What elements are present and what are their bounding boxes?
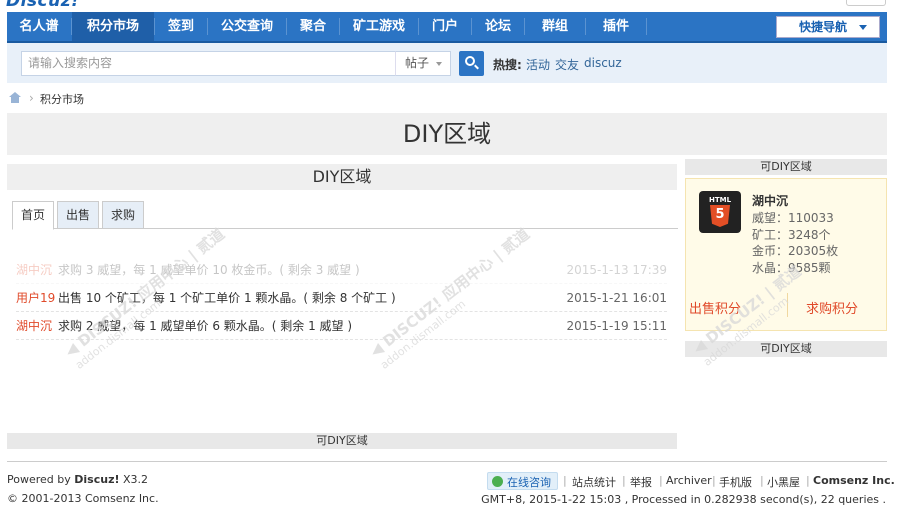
- side-divider: [787, 293, 788, 317]
- nav-item-points-market[interactable]: 积分市场: [72, 12, 154, 41]
- trade-time: 2015-1-13 17:39: [566, 263, 668, 277]
- trade-time: 2015-1-19 15:11: [566, 319, 668, 333]
- search-bar: 请输入搜索内容 帖子 热搜: 活动 交友 discuz: [7, 43, 887, 83]
- nav-item-checkin[interactable]: 签到: [155, 12, 207, 41]
- user-stat-miners: 矿工：3248个: [752, 228, 831, 242]
- diy-area-left-footer: 可DIY区域: [7, 433, 677, 449]
- diy-area-side-header: 可DIY区域: [685, 159, 887, 175]
- chevron-down-icon: [436, 62, 442, 66]
- trade-row: 湖中沉 求购 3 威望，每 1 威望单价 10 枚金币。( 剩余 3 威望 ) …: [16, 256, 667, 284]
- tab-home[interactable]: 首页: [12, 201, 54, 230]
- trade-message: 求购 2 威望，每 1 威望单价 6 颗水晶。( 剩余 1 威望 ): [58, 319, 353, 333]
- diy-banner-title: DIY区域: [7, 113, 887, 155]
- footer-link-site-stats[interactable]: 站点统计: [572, 474, 616, 490]
- nav-item-mingrenpu[interactable]: 名人谱: [7, 12, 71, 41]
- chat-icon: [492, 476, 503, 487]
- user-stat-gold: 金币：20305枚: [752, 244, 839, 258]
- nav-item-bus-query[interactable]: 公交查询: [208, 12, 286, 41]
- search-input[interactable]: 请输入搜索内容: [21, 51, 397, 76]
- tab-sell[interactable]: 出售: [57, 201, 99, 229]
- hot-link-discuz[interactable]: discuz: [584, 56, 622, 70]
- nav-item-miner-game[interactable]: 矿工游戏: [340, 12, 418, 41]
- search-icon-handle: [474, 64, 479, 70]
- breadcrumb-current[interactable]: 积分市场: [40, 91, 84, 107]
- logo-strip: Discuz!: [0, 0, 910, 12]
- trade-user[interactable]: 用户19: [16, 284, 55, 312]
- nav-separator: [646, 18, 647, 35]
- powered-by: Powered by Discuz! X3.2: [7, 473, 149, 486]
- trade-time: 2015-1-21 16:01: [566, 291, 668, 305]
- trade-user[interactable]: 湖中沉: [16, 256, 52, 284]
- online-consult-button[interactable]: 在线咨询: [487, 472, 558, 490]
- chevron-down-icon: [859, 25, 867, 30]
- search-button[interactable]: [459, 51, 484, 76]
- home-icon[interactable]: [9, 92, 21, 103]
- footer-link-report[interactable]: 举报: [630, 474, 652, 490]
- discuz-link[interactable]: Discuz!: [74, 473, 119, 486]
- trade-user[interactable]: 湖中沉: [16, 312, 52, 340]
- footer-separator: |: [563, 474, 567, 487]
- user-name[interactable]: 湖中沉: [752, 192, 788, 209]
- nav-item-groups[interactable]: 群组: [525, 12, 585, 41]
- breadcrumb-separator: ›: [29, 91, 34, 105]
- sell-points-button[interactable]: 出售积分: [689, 298, 741, 317]
- hot-search-label: 热搜:: [493, 58, 522, 72]
- hot-link-activity[interactable]: 活动: [526, 56, 550, 73]
- footer-link-mobile[interactable]: 手机版: [719, 474, 752, 490]
- trade-message: 出售 10 个矿工，每 1 个矿工单价 1 颗水晶。( 剩余 8 个矿工 ): [58, 291, 396, 305]
- trade-row: 用户19 出售 10 个矿工，每 1 个矿工单价 1 颗水晶。( 剩余 8 个矿…: [16, 284, 667, 312]
- server-stats: GMT+8, 2015-1-22 15:03 , Processed in 0.…: [481, 493, 886, 506]
- trade-row: 湖中沉 求购 2 威望，每 1 威望单价 6 颗水晶。( 剩余 1 威望 ) 2…: [16, 312, 667, 340]
- trade-message: 求购 3 威望，每 1 威望单价 10 枚金币。( 剩余 3 威望 ): [58, 263, 360, 277]
- footer-separator: |: [760, 474, 764, 487]
- html5-avatar-icon[interactable]: HTML 5: [699, 191, 741, 233]
- site-logo[interactable]: Discuz!: [6, 0, 79, 11]
- search-type-select[interactable]: 帖子: [395, 51, 451, 76]
- footer-separator: |: [712, 474, 716, 487]
- diy-area-side-footer: 可DIY区域: [685, 341, 887, 357]
- footer-divider: [7, 461, 887, 462]
- buy-points-button[interactable]: 求购积分: [806, 298, 858, 317]
- footer-link-company[interactable]: Comsenz Inc.: [813, 474, 895, 487]
- footer-link-blacklist[interactable]: 小黑屋: [767, 474, 800, 490]
- user-stat-crystal: 水晶：9585颗: [752, 261, 831, 275]
- user-card: HTML 5 湖中沉 威望：110033 矿工：3248个 金币：20305枚 …: [685, 178, 887, 331]
- nav-item-forum[interactable]: 论坛: [472, 12, 524, 41]
- hot-link-dating[interactable]: 交友: [555, 56, 579, 73]
- footer-separator: |: [622, 474, 626, 487]
- footer-separator: |: [806, 474, 810, 487]
- tab-buy[interactable]: 求购: [102, 201, 144, 229]
- nav-item-portal[interactable]: 门户: [419, 12, 471, 41]
- user-stat-prestige: 威望：110033: [752, 211, 834, 225]
- copyright: © 2001-2013 Comsenz Inc.: [7, 492, 159, 505]
- quick-nav-label: 快捷导航: [799, 20, 848, 34]
- quick-nav-button[interactable]: 快捷导航: [776, 16, 880, 38]
- market-tabs: 首页 出售 求购: [12, 200, 678, 230]
- online-consult-label: 在线咨询: [507, 476, 551, 489]
- footer-separator: |: [659, 474, 663, 487]
- main-section-title: DIY区域: [7, 164, 677, 190]
- top-right-box: [846, 0, 886, 6]
- nav-item-plugins[interactable]: 插件: [586, 12, 646, 41]
- footer-link-archiver[interactable]: Archiver: [666, 474, 712, 487]
- search-type-label: 帖子: [405, 56, 430, 70]
- main-nav: 名人谱 积分市场 签到 公交查询 聚合 矿工游戏 门户 论坛 群组 插件 快捷导…: [7, 12, 887, 43]
- nav-item-aggregate[interactable]: 聚合: [287, 12, 339, 41]
